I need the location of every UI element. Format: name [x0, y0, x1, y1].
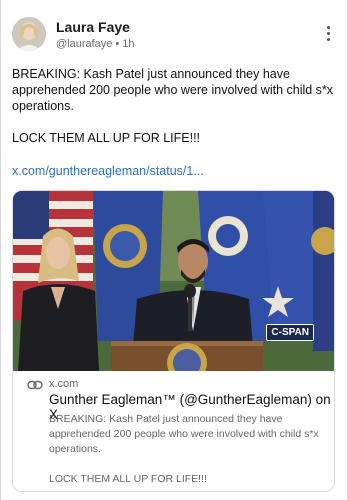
link-preview-image[interactable]: C-SPAN [13, 191, 334, 371]
link-icon [27, 380, 43, 390]
author-name[interactable]: Laura Faye [56, 19, 130, 35]
post-text: BREAKING: Kash Patel just announced they… [12, 67, 334, 145]
post-header: Laura Faye @laurafaye • 1h [12, 16, 336, 56]
link-preview-card[interactable]: C-SPAN x.com Gunther Eagleman™ (@Gunther… [12, 190, 335, 492]
cspan-watermark: C-SPAN [266, 324, 314, 341]
avatar-image [12, 17, 46, 51]
link-preview-domain: x.com [49, 378, 79, 390]
link-preview-description: BREAKING: Kash Patel just announced they… [49, 413, 319, 485]
post-link[interactable]: x.com/gunthereagleman/status/1... [12, 164, 204, 178]
press-conference-photo [13, 191, 334, 371]
link-preview-body: x.com Gunther Eagleman™ (@GuntherEaglema… [13, 372, 334, 491]
author-handle[interactable]: @laurafaye [56, 38, 112, 50]
post-timestamp[interactable]: 1h [122, 38, 134, 50]
kebab-menu-icon[interactable] [322, 26, 334, 44]
avatar[interactable] [12, 17, 46, 51]
author-meta: @laurafaye • 1h [56, 38, 135, 50]
meta-separator: • [115, 38, 120, 50]
frame-border-left [0, 0, 1, 500]
